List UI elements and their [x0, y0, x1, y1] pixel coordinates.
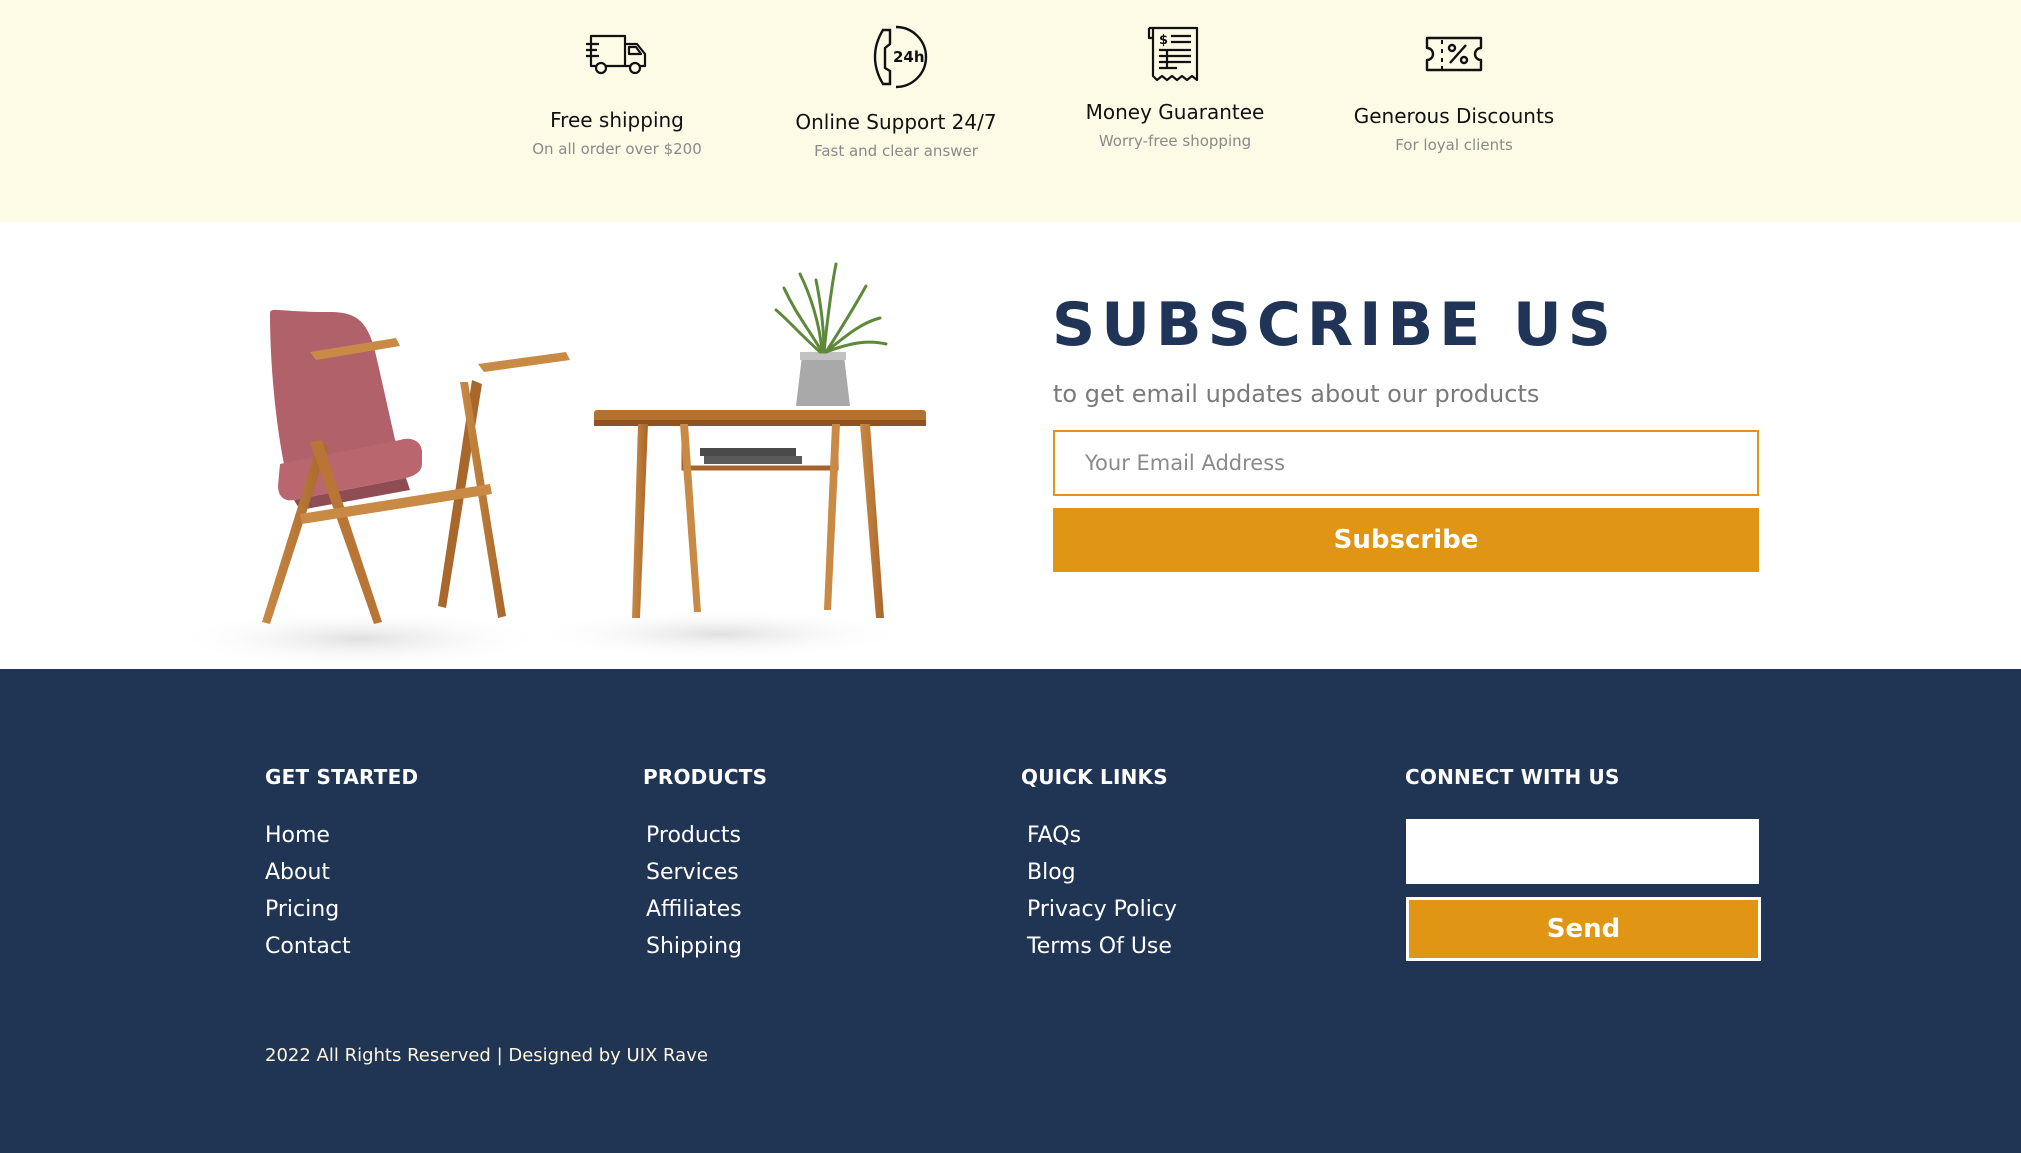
footer-link-faqs[interactable]: FAQs [1027, 823, 1081, 848]
footer-column-get-started: GET STARTED Home About Pricing Contact [265, 765, 418, 969]
feature-title: Online Support 24/7 [795, 110, 997, 134]
footer-heading: GET STARTED [265, 765, 419, 789]
footer-link-list: FAQs Blog Privacy Policy Terms Of Use [1021, 821, 1177, 969]
footer-link-list: Products Services Affiliates Shipping [643, 821, 767, 969]
support-24h-icon: 24h [873, 25, 928, 89]
subscribe-button[interactable]: Subscribe [1053, 508, 1759, 572]
footer-link-pricing[interactable]: Pricing [265, 897, 339, 922]
feature-money-guarantee: $ Money Guarantee Worry-free shopping [1035, 24, 1315, 150]
feature-title: Generous Discounts [1353, 104, 1555, 128]
feature-generous-discounts: Generous Discounts For loyal clients [1314, 34, 1594, 154]
footer-link-contact[interactable]: Contact [265, 934, 351, 959]
footer-link-privacy-policy[interactable]: Privacy Policy [1027, 897, 1177, 922]
footer-link-products[interactable]: Products [646, 823, 741, 848]
features-band: Free shipping On all order over $200 24h… [0, 0, 2021, 222]
footer-link-blog[interactable]: Blog [1027, 860, 1076, 885]
feature-subtitle: Fast and clear answer [814, 142, 978, 160]
email-input[interactable] [1053, 430, 1759, 496]
footer-heading: PRODUCTS [643, 765, 768, 789]
footer-column-quick-links: QUICK LINKS FAQs Blog Privacy Policy Ter… [1021, 765, 1177, 969]
footer-heading: QUICK LINKS [1021, 765, 1168, 789]
feature-subtitle: Worry-free shopping [1098, 132, 1252, 150]
potted-plant [774, 262, 888, 406]
discount-coupon-icon [1425, 36, 1483, 72]
copyright-text: 2022 All Rights Reserved | Designed by U… [265, 1045, 708, 1066]
connect-input[interactable] [1406, 819, 1759, 884]
footer-link-terms-of-use[interactable]: Terms Of Use [1027, 934, 1172, 959]
footer-link-about[interactable]: About [265, 860, 330, 885]
feature-title: Money Guarantee [1085, 100, 1265, 124]
side-table [594, 410, 926, 618]
feature-title: Free shipping [550, 108, 684, 132]
receipt-guarantee-icon: $ [1147, 26, 1199, 82]
subscribe-description: to get email updates about our products [1053, 380, 1540, 408]
footer-link-affiliates[interactable]: Affiliates [646, 897, 742, 922]
footer-link-services[interactable]: Services [646, 860, 739, 885]
footer-column-products: PRODUCTS Products Services Affiliates Sh… [643, 765, 767, 969]
armchair [262, 309, 570, 624]
footer-link-home[interactable]: Home [265, 823, 330, 848]
footer-link-shipping[interactable]: Shipping [646, 934, 742, 959]
svg-text:$: $ [1159, 33, 1168, 48]
footer: GET STARTED Home About Pricing Contact P… [0, 669, 2021, 1153]
svg-text:24h: 24h [893, 48, 925, 66]
footer-heading: CONNECT WITH US [1405, 765, 1620, 789]
send-button[interactable]: Send [1406, 897, 1761, 961]
footer-column-connect: CONNECT WITH US [1405, 765, 1620, 789]
feature-subtitle: For loyal clients [1395, 136, 1513, 154]
subscribe-title: SUBSCRIBE US [1052, 290, 1617, 360]
delivery-truck-icon [586, 34, 647, 75]
feature-online-support: 24h Online Support 24/7 Fast and clear a… [756, 24, 1036, 160]
furniture-image [170, 262, 926, 669]
feature-subtitle: On all order over $200 [532, 140, 702, 158]
footer-link-list: Home About Pricing Contact [265, 821, 418, 969]
feature-free-shipping: Free shipping On all order over $200 [477, 30, 757, 158]
